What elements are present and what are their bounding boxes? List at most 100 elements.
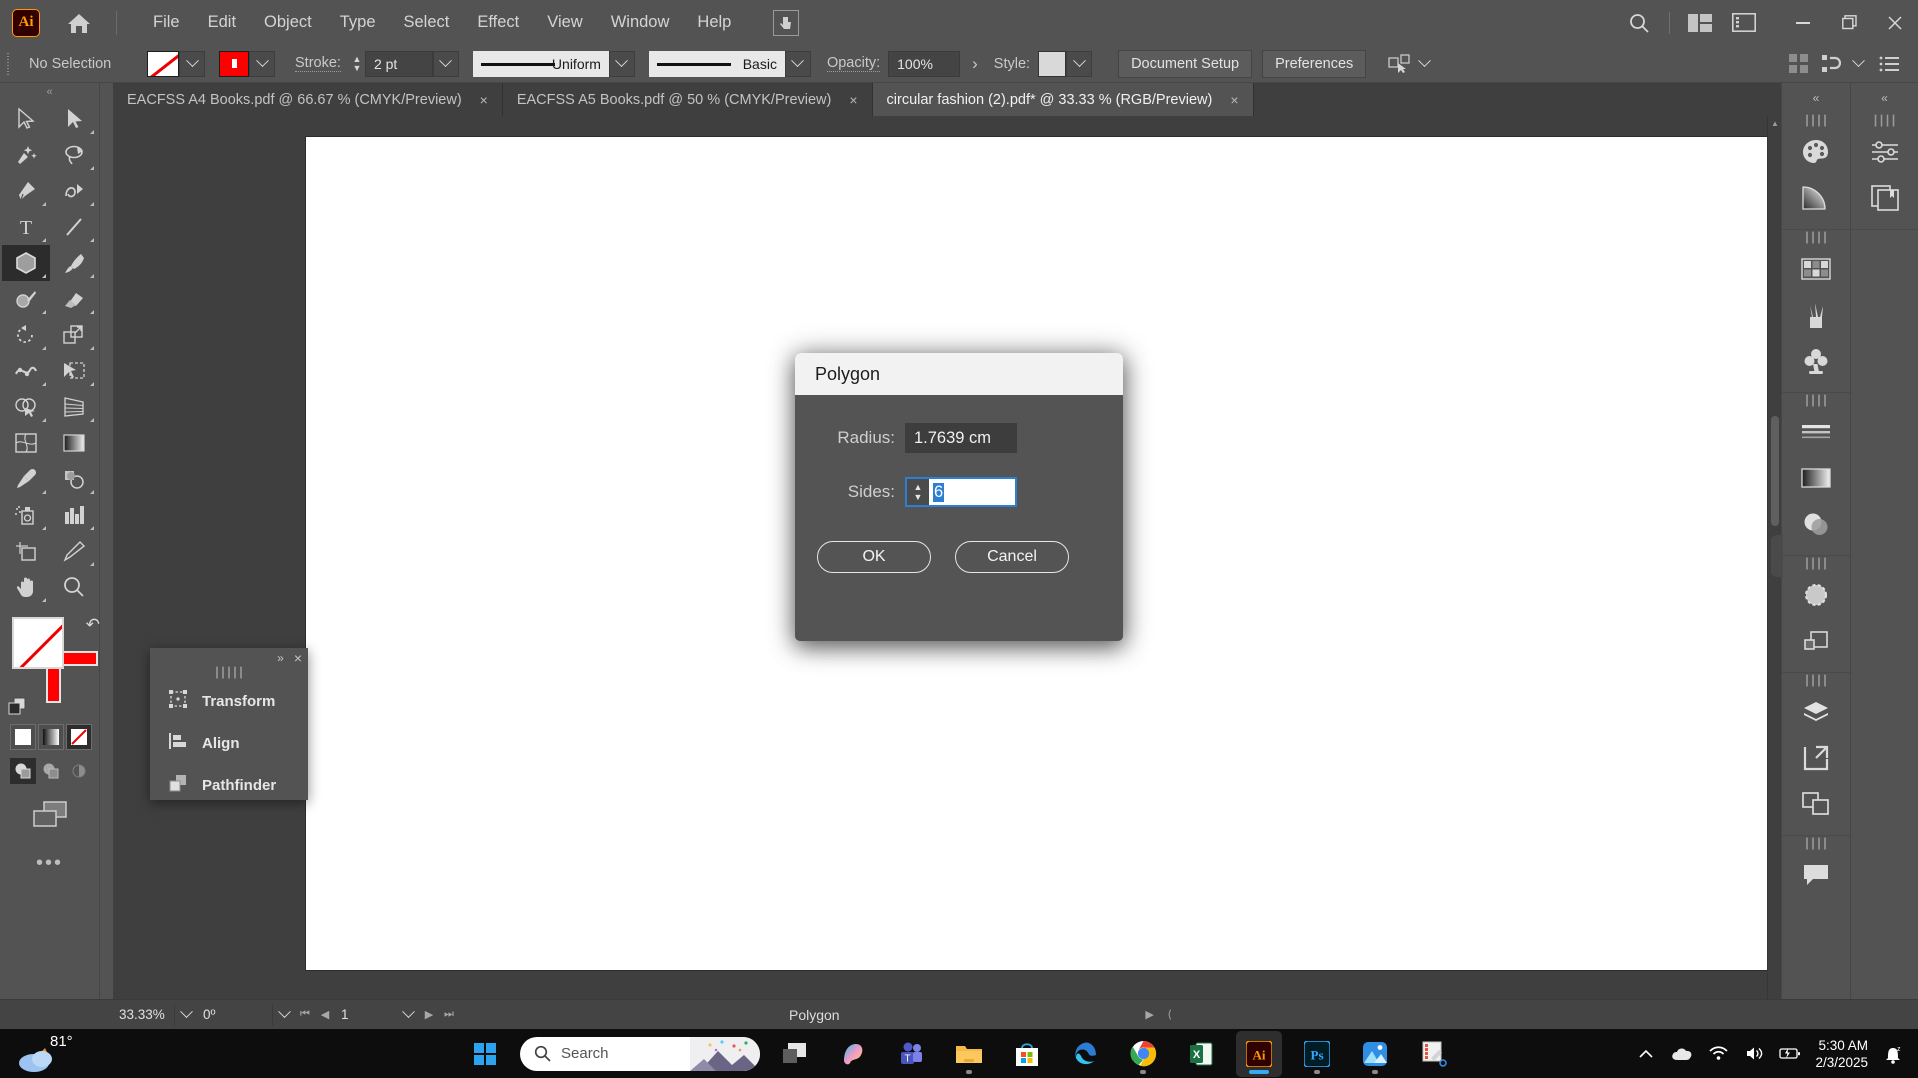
maximize-button[interactable] [1826,1,1872,45]
next-artboard-icon[interactable]: ▶ [419,1004,439,1026]
graphic-style-swatch[interactable] [1038,50,1067,77]
dock-group-stroke-grip[interactable]: ┃┃┃┃ [1782,393,1850,409]
tool-paintbrush[interactable] [50,245,98,281]
gradient-panel-icon[interactable] [1782,175,1850,221]
workspace-switcher-icon[interactable] [1722,1,1766,45]
floating-panel-expand-icon[interactable]: » [277,651,284,665]
ok-button[interactable]: OK [817,541,931,573]
artboard-number-input[interactable]: 1 [335,1003,397,1026]
stroke-profile-control[interactable]: Uniform [472,50,635,77]
document-tab-3[interactable]: circular fashion (2).pdf* @ 33.33 % (RGB… [872,83,1254,116]
minimize-button[interactable] [1780,1,1826,45]
document-tab-2-close-icon[interactable]: × [849,92,857,108]
snap-options-dropdown-icon[interactable] [1846,54,1870,68]
menu-help[interactable]: Help [683,7,745,38]
tool-scale[interactable] [50,317,98,353]
tool-shape-builder[interactable] [2,389,50,425]
panel-item-transform[interactable]: Transform [150,680,308,722]
status-menu-icon[interactable]: ▶ [1140,1004,1160,1026]
tool-curvature[interactable] [50,173,98,209]
tool-zoom[interactable] [50,569,98,605]
arrange-documents-icon[interactable] [1678,1,1722,45]
close-button[interactable] [1872,1,1918,45]
stroke-color-control[interactable] [219,50,275,77]
menu-select[interactable]: Select [390,7,464,38]
opacity-input[interactable]: 100% [888,50,961,77]
weather-widget[interactable]: 81° [18,1031,98,1077]
stroke-dropdown-icon[interactable] [249,50,275,77]
snipping-tool-icon[interactable] [1410,1031,1456,1077]
preferences-button[interactable]: Preferences [1262,49,1367,78]
menu-object[interactable]: Object [250,7,326,38]
dock-group-swatches-grip[interactable]: ┃┃┃┃ [1782,230,1850,246]
menu-window[interactable]: Window [597,7,684,38]
rotation-input[interactable]: 0º [197,1003,273,1026]
screen-mode-icon[interactable] [0,798,99,830]
tool-lasso[interactable] [50,137,98,173]
stroke-panel-icon[interactable] [1782,409,1850,455]
google-chrome-icon[interactable] [1120,1031,1166,1077]
default-fill-stroke-icon[interactable] [8,696,30,716]
dock-group-properties-grip[interactable]: ┃┃┃┃ [1851,113,1918,129]
notifications-icon[interactable]: z [1882,1043,1904,1065]
vertical-scroll-thumb[interactable] [1771,416,1779,526]
menu-type[interactable]: Type [326,7,390,38]
color-mode-solid[interactable] [10,724,36,750]
menu-effect[interactable]: Effect [463,7,533,38]
tool-eyedropper[interactable] [2,461,50,497]
color-mode-gradient[interactable] [38,724,64,750]
volume-icon[interactable] [1743,1043,1765,1065]
menu-edit[interactable]: Edit [194,7,250,38]
polygon-dialog[interactable]: Polygon Radius: 1.7639 cm Sides: ▲ ▼ 6 O… [795,353,1123,641]
adobe-photoshop-icon[interactable]: Ps [1294,1031,1340,1077]
brush-definition-control[interactable]: Basic [648,50,811,77]
tool-shaper[interactable] [2,281,50,317]
fill-color-swatch[interactable] [12,617,64,669]
artboard-dropdown-icon[interactable] [397,1004,419,1026]
zoom-level-dropdown-icon[interactable] [175,1004,197,1026]
zoom-level-input[interactable]: 33.33% [113,1003,175,1026]
floating-panel[interactable]: » × ┃┃┃┃┃ Transform Align Pathfinder [150,648,308,800]
taskbar-clock[interactable]: 5:30 AM 2/3/2025 [1815,1037,1868,1071]
tool-free-transform[interactable] [50,353,98,389]
properties-panel-icon[interactable] [1851,129,1918,175]
color-mode-none[interactable] [66,724,92,750]
swap-fill-stroke-icon[interactable]: ↶ [86,615,100,635]
swatches-panel-icon[interactable] [1782,246,1850,292]
opacity-options-icon[interactable]: › [972,54,978,74]
brush-definition-value[interactable]: Basic [648,50,785,77]
last-artboard-icon[interactable]: ⏭ [439,1004,459,1026]
microsoft-edge-icon[interactable] [1062,1031,1108,1077]
dock-group-layers-grip[interactable]: ┃┃┃┃ [1782,673,1850,689]
tool-polygon[interactable] [2,245,50,281]
file-explorer-icon[interactable] [946,1031,992,1077]
tool-column-graph[interactable] [50,497,98,533]
tool-line-segment[interactable] [50,209,98,245]
panel-item-align[interactable]: Align [150,722,308,764]
home-icon[interactable] [64,8,94,38]
draw-behind-icon[interactable] [38,758,64,784]
artboards-panel-icon[interactable] [1782,735,1850,781]
stroke-swatch[interactable] [219,50,249,77]
control-bar-grip[interactable] [5,52,15,75]
sides-stepper[interactable]: ▲ ▼ [907,479,929,505]
floating-panel-grip[interactable]: ┃┃┃┃┃ [150,668,308,680]
tools-panel-collapse-icon[interactable]: « [0,83,99,101]
panel-side-tab[interactable] [1771,535,1783,577]
brush-definition-dropdown-icon[interactable] [784,50,811,77]
tool-rotate[interactable] [2,317,50,353]
edit-toolbar-icon[interactable]: ••• [0,852,99,875]
microsoft-excel-icon[interactable]: X [1178,1031,1224,1077]
show-hidden-icons[interactable] [1635,1043,1657,1065]
control-bar-menu-icon[interactable] [1870,56,1908,72]
scroll-up-icon[interactable]: ▲ [1768,116,1781,130]
libraries-panel-icon[interactable] [1851,175,1918,221]
tool-artboard[interactable] [2,533,50,569]
tool-gradient[interactable] [50,425,98,461]
draw-normal-icon[interactable] [10,758,36,784]
task-view-icon[interactable] [772,1031,818,1077]
select-similar-control[interactable] [1388,53,1434,74]
dock-group-comments-grip[interactable]: ┃┃┃┃ [1782,836,1850,852]
draw-inside-icon[interactable] [66,758,92,784]
menu-view[interactable]: View [533,7,596,38]
